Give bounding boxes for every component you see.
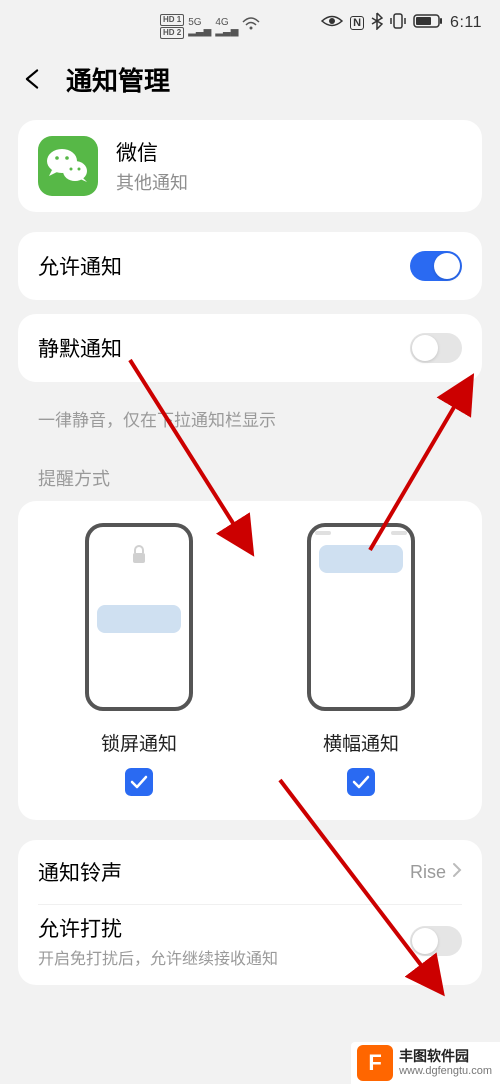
reminder-section-title: 提醒方式 [0, 453, 500, 501]
lockscreen-phone-icon [85, 523, 193, 711]
app-sub-label: 其他通知 [116, 169, 188, 195]
ringtone-label: 通知铃声 [38, 857, 122, 887]
hd1-badge: HD 1 [160, 14, 184, 26]
allow-notification-row: 允许通知 [38, 232, 462, 300]
silent-notification-label: 静默通知 [38, 333, 122, 363]
status-bar: HD 1 HD 2 5G ▂▃▅ 4G ▂▃▅ N 6:11 [0, 0, 500, 46]
lock-icon [130, 545, 148, 570]
disturb-toggle[interactable] [410, 926, 462, 956]
page-header: 通知管理 [0, 46, 500, 112]
silent-notification-row: 静默通知 [38, 314, 462, 382]
nfc-icon: N [350, 16, 364, 30]
app-name: 微信 [116, 137, 188, 167]
app-info-card: 微信 其他通知 [18, 120, 482, 212]
lockscreen-checkbox[interactable] [125, 768, 153, 796]
lockscreen-mode-label: 锁屏通知 [101, 729, 177, 756]
ringtone-value: Rise [410, 862, 446, 883]
wifi-icon [242, 17, 260, 36]
reminder-modes-card: 锁屏通知 横幅通知 [18, 501, 482, 820]
banner-checkbox[interactable] [347, 768, 375, 796]
status-clock: 6:11 [450, 14, 482, 32]
watermark-badge-icon: F [357, 1045, 393, 1081]
disturb-row: 允许打扰 开启免打扰后，允许继续接收通知 [38, 905, 462, 977]
bluetooth-icon [371, 12, 383, 34]
ringtone-row[interactable]: 通知铃声 Rise [38, 840, 462, 904]
page-title: 通知管理 [66, 61, 170, 98]
disturb-label: 允许打扰 [38, 913, 278, 943]
hd2-badge: HD 2 [160, 27, 184, 39]
disturb-sub: 开启免打扰后，允许继续接收通知 [38, 945, 278, 969]
vibrate-icon [390, 12, 406, 34]
silent-notification-toggle[interactable] [410, 333, 462, 363]
signal-bars-icon: ▂▃▅ [188, 27, 211, 36]
silent-notification-desc: 一律静音，仅在下拉通知栏显示 [0, 396, 500, 453]
banner-phone-icon [307, 523, 415, 711]
chevron-right-icon [452, 862, 462, 883]
banner-mode-label: 横幅通知 [323, 729, 399, 756]
battery-icon [413, 13, 443, 33]
allow-notification-toggle[interactable] [410, 251, 462, 281]
allow-notification-card: 允许通知 [18, 232, 482, 300]
watermark-brand: 丰图软件园 [399, 1049, 492, 1064]
silent-notification-card: 静默通知 [18, 314, 482, 382]
allow-notification-label: 允许通知 [38, 251, 122, 281]
signal-bars-icon: ▂▃▅ [215, 27, 238, 36]
watermark: F 丰图软件园 www.dgfengtu.com [351, 1042, 500, 1084]
sound-card: 通知铃声 Rise 允许打扰 开启免打扰后，允许继续接收通知 [18, 840, 482, 985]
watermark-url: www.dgfengtu.com [399, 1065, 492, 1077]
lockscreen-mode[interactable]: 锁屏通知 [38, 523, 240, 796]
back-arrow-icon[interactable] [20, 67, 44, 91]
wechat-app-icon [38, 136, 98, 196]
banner-mode[interactable]: 横幅通知 [260, 523, 462, 796]
eye-icon [321, 14, 343, 32]
